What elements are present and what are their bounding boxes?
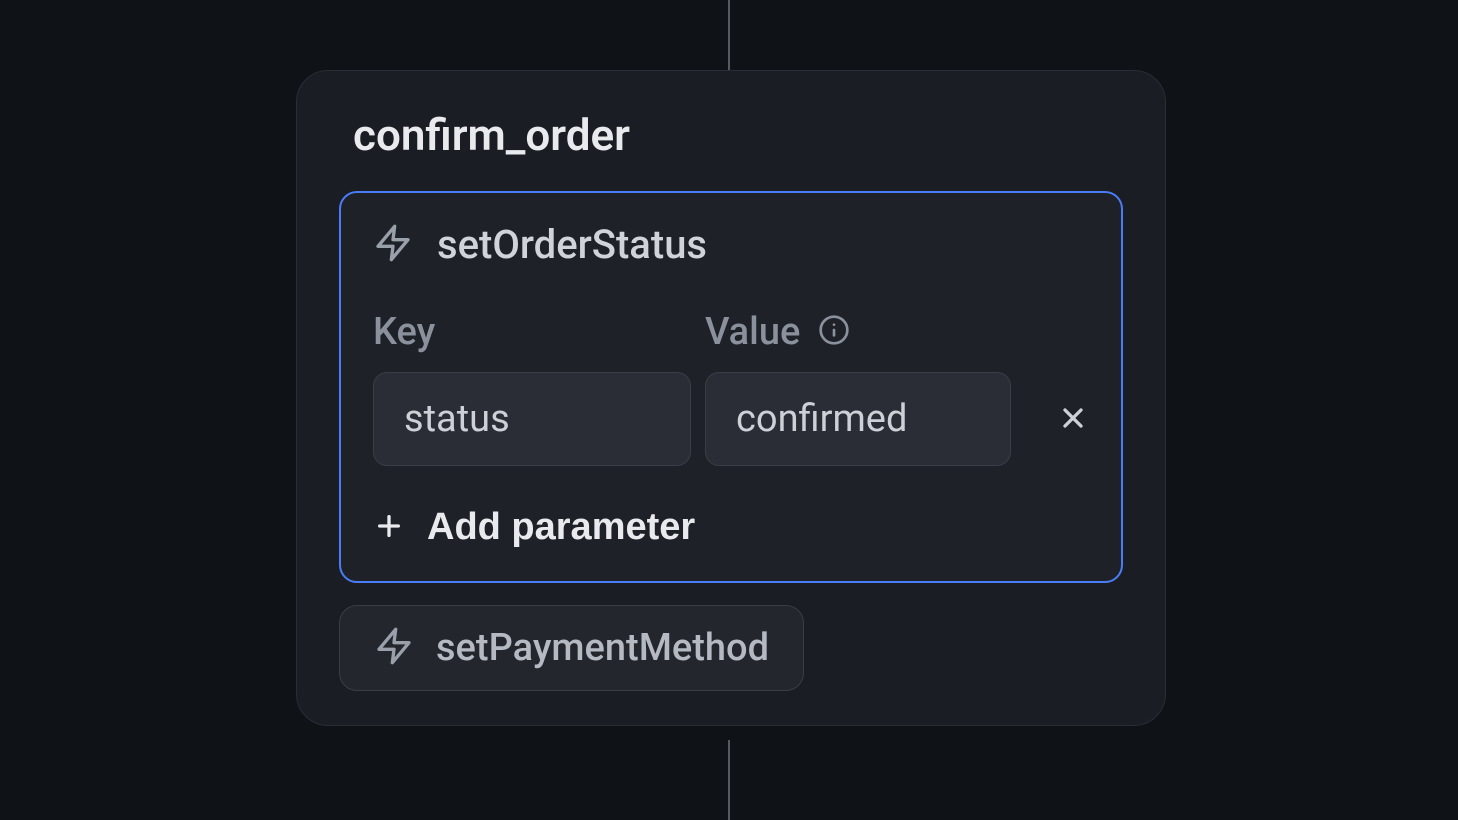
value-column-label: Value xyxy=(705,310,800,354)
action-header: setOrderStatus xyxy=(373,221,1089,268)
action-block-setorderstatus[interactable]: setOrderStatus Key Value xyxy=(339,191,1123,583)
parameter-labels-row: Key Value xyxy=(373,310,1089,354)
close-icon xyxy=(1057,402,1089,437)
action-chip-label: setPaymentMethod xyxy=(436,626,769,670)
connector-line-bottom xyxy=(728,740,730,820)
plus-icon xyxy=(373,510,405,545)
parameter-key-input[interactable] xyxy=(373,372,691,466)
remove-parameter-button[interactable] xyxy=(1045,390,1101,449)
parameter-value-input[interactable] xyxy=(705,372,1011,466)
workflow-node-card: confirm_order setOrderStatus Key Value xyxy=(296,70,1166,726)
action-chip-setpaymentmethod[interactable]: setPaymentMethod xyxy=(339,605,804,691)
add-parameter-label: Add parameter xyxy=(427,506,695,549)
info-icon[interactable] xyxy=(818,314,850,350)
action-name-label: setOrderStatus xyxy=(437,221,707,268)
lightning-icon xyxy=(374,626,414,670)
parameter-row xyxy=(373,372,1089,466)
lightning-icon xyxy=(373,223,413,267)
key-column-label: Key xyxy=(373,310,691,354)
add-parameter-button[interactable]: Add parameter xyxy=(373,502,695,553)
node-title: confirm_order xyxy=(353,109,1123,161)
value-column-label-wrap: Value xyxy=(705,310,850,354)
connector-line-top xyxy=(728,0,730,72)
